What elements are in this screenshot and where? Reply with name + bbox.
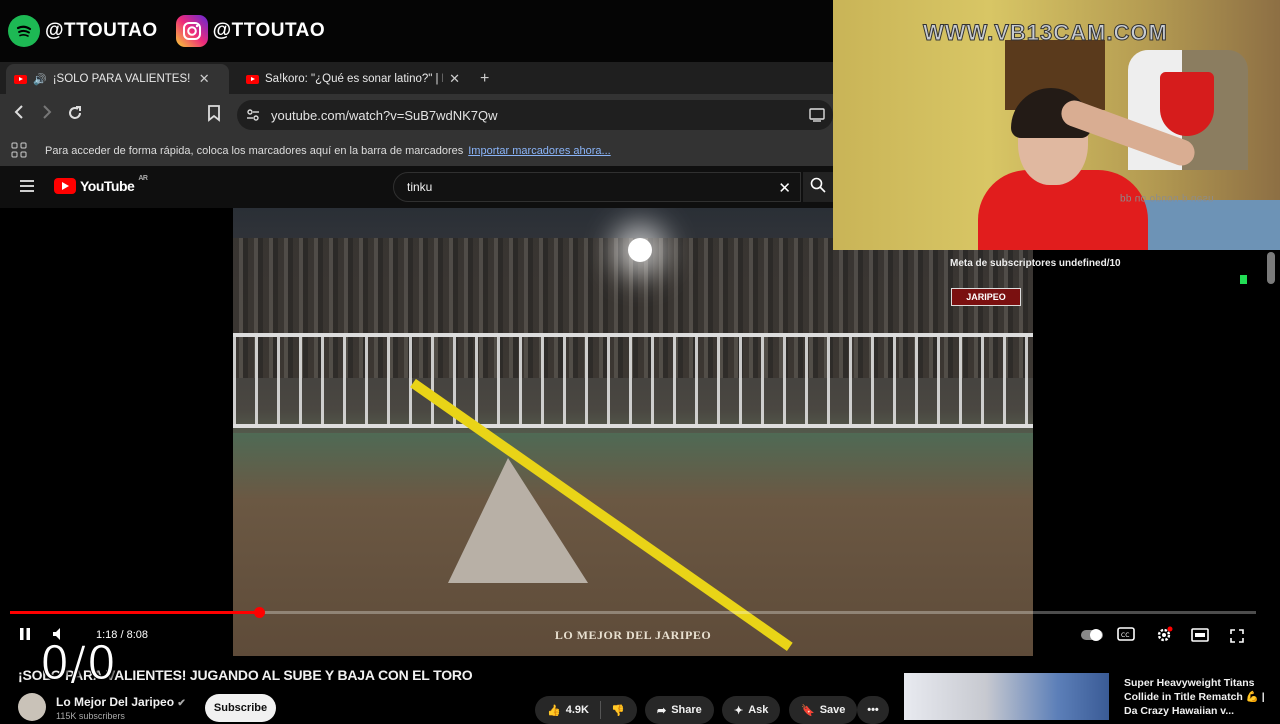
video-progress-bar[interactable] — [10, 607, 1256, 618]
stream-counter-overlay: 0/0 — [39, 636, 118, 691]
browser-nav-bar: youtube.com/watch?v=SuB7wdNK7Qw — [0, 94, 833, 136]
recommended-video-title[interactable]: Super Heavyweight Titans Collide in Titl… — [1124, 676, 1274, 718]
spotify-handle-text: @TTOUTAO — [45, 20, 158, 41]
thumbs-up-icon: 👍 — [547, 704, 561, 717]
browser-tab-bar: 🔊 ¡SOLO PARA VALIENTES! JUGA ✕ Sa!koro: … — [0, 62, 833, 94]
channel-name[interactable]: Lo Mejor Del Jaripeo ✔ — [56, 695, 186, 709]
webcam-mirrored-text: pp uo opuou p uesn — [1120, 193, 1214, 204]
youtube-favicon-icon — [246, 74, 259, 84]
search-button[interactable] — [803, 172, 833, 202]
video-fence — [233, 333, 1033, 428]
save-label: Save — [819, 704, 846, 716]
import-bookmarks-link[interactable]: Importar marcadores ahora... — [468, 145, 610, 157]
video-arena-floor — [233, 433, 1033, 656]
svg-text:CC: CC — [1121, 632, 1129, 639]
thumbs-down-icon[interactable]: 👎 — [599, 701, 625, 719]
youtube-favicon-icon — [14, 74, 27, 84]
search-input[interactable]: tinku ✕ — [393, 172, 801, 202]
address-bar[interactable]: youtube.com/watch?v=SuB7wdNK7Qw — [237, 100, 833, 130]
video-watermark: LO MEJOR DEL JARIPEO — [554, 628, 712, 642]
instagram-icon — [175, 15, 208, 47]
progress-fill — [10, 611, 260, 614]
search-icon — [810, 177, 826, 198]
more-icon: ••• — [867, 704, 879, 716]
forward-icon[interactable] — [40, 104, 54, 125]
stadium-light — [628, 238, 652, 262]
url-text: youtube.com/watch?v=SuB7wdNK7Qw — [271, 107, 498, 123]
share-label: Share — [671, 704, 702, 716]
channel-avatar[interactable] — [18, 693, 46, 721]
sparkle-icon: ✦ — [734, 704, 744, 717]
instagram-handle: @TTOUTAO — [175, 15, 326, 47]
theater-mode-icon[interactable] — [1191, 628, 1209, 645]
seesaw-ramp — [448, 458, 588, 583]
apps-grid-icon[interactable] — [11, 142, 27, 161]
social-handles-bar: @TTOUTAO @TTOUTAO — [0, 0, 833, 62]
tab-active-video[interactable]: 🔊 ¡SOLO PARA VALIENTES! JUGA ✕ — [6, 64, 229, 94]
recommended-video-thumbnail[interactable] — [904, 673, 1109, 720]
instagram-handle-text: @TTOUTAO — [212, 20, 326, 41]
webcam-club-badge — [1160, 72, 1214, 136]
captions-icon[interactable]: CC — [1117, 627, 1135, 644]
tab-sakoro[interactable]: Sa!koro: "¿Qué es sonar latino?" | Ent ✕ — [238, 64, 468, 94]
search-query: tinku — [407, 180, 433, 194]
cast-icon[interactable] — [809, 108, 825, 125]
verified-icon: ✔ — [177, 698, 186, 709]
spotify-handle: @TTOUTAO — [8, 15, 158, 47]
webcam-site-watermark: WWW.VB13CAM.COM — [923, 20, 1168, 46]
video-player[interactable]: JARIPEO LO MEJOR DEL JARIPEO — [233, 208, 1033, 656]
like-count: 4.9K — [565, 704, 589, 716]
spotify-icon — [8, 15, 40, 47]
bookmark-icon[interactable] — [207, 104, 221, 127]
tab-label: Sa!koro: "¿Qué es sonar latino?" | Ent — [265, 73, 444, 85]
new-tab-button[interactable]: + — [472, 64, 497, 94]
subscriber-goal: Meta de subscriptores undefined/10 — [950, 258, 1121, 269]
site-settings-icon[interactable] — [246, 108, 260, 125]
jaripeo-corner-logo: JARIPEO — [951, 288, 1021, 306]
youtube-logo-text: YouTube — [80, 178, 135, 194]
youtube-logo[interactable]: YouTube AR — [54, 175, 148, 194]
close-tab-icon[interactable]: ✕ — [449, 71, 460, 87]
region-code: AR — [138, 175, 148, 182]
reload-icon[interactable] — [66, 104, 84, 127]
streamer-webcam: WWW.VB13CAM.COM pp uo opuou p uesn — [833, 0, 1280, 250]
bookmarks-bar: Para acceder de forma rápida, coloca los… — [0, 136, 833, 166]
youtube-play-logo-icon — [54, 178, 76, 194]
subscribe-button[interactable]: Subscribe — [205, 694, 276, 722]
autoplay-toggle[interactable] — [1080, 628, 1104, 645]
fullscreen-icon[interactable] — [1229, 628, 1245, 647]
menu-icon[interactable] — [19, 179, 35, 198]
tab-label: ¡SOLO PARA VALIENTES! JUGA — [52, 73, 193, 85]
back-icon[interactable] — [12, 104, 26, 125]
green-status-marker — [1240, 275, 1247, 284]
clear-search-icon[interactable]: ✕ — [778, 179, 791, 197]
save-icon: 🔖 — [801, 704, 815, 717]
share-icon: ➦ — [657, 704, 667, 717]
close-tab-icon[interactable]: ✕ — [199, 71, 210, 87]
channel-name-text: Lo Mejor Del Jaripeo — [56, 695, 175, 709]
ask-label: Ask — [748, 704, 769, 716]
settings-gear-icon[interactable] — [1155, 626, 1173, 647]
speaker-icon: 🔊 — [33, 73, 47, 86]
pause-icon[interactable] — [18, 627, 32, 644]
bookmarks-hint: Para acceder de forma rápida, coloca los… — [45, 145, 464, 157]
youtube-header: YouTube AR tinku ✕ — [0, 166, 833, 208]
sidebar-scrollbar[interactable] — [1267, 252, 1275, 284]
